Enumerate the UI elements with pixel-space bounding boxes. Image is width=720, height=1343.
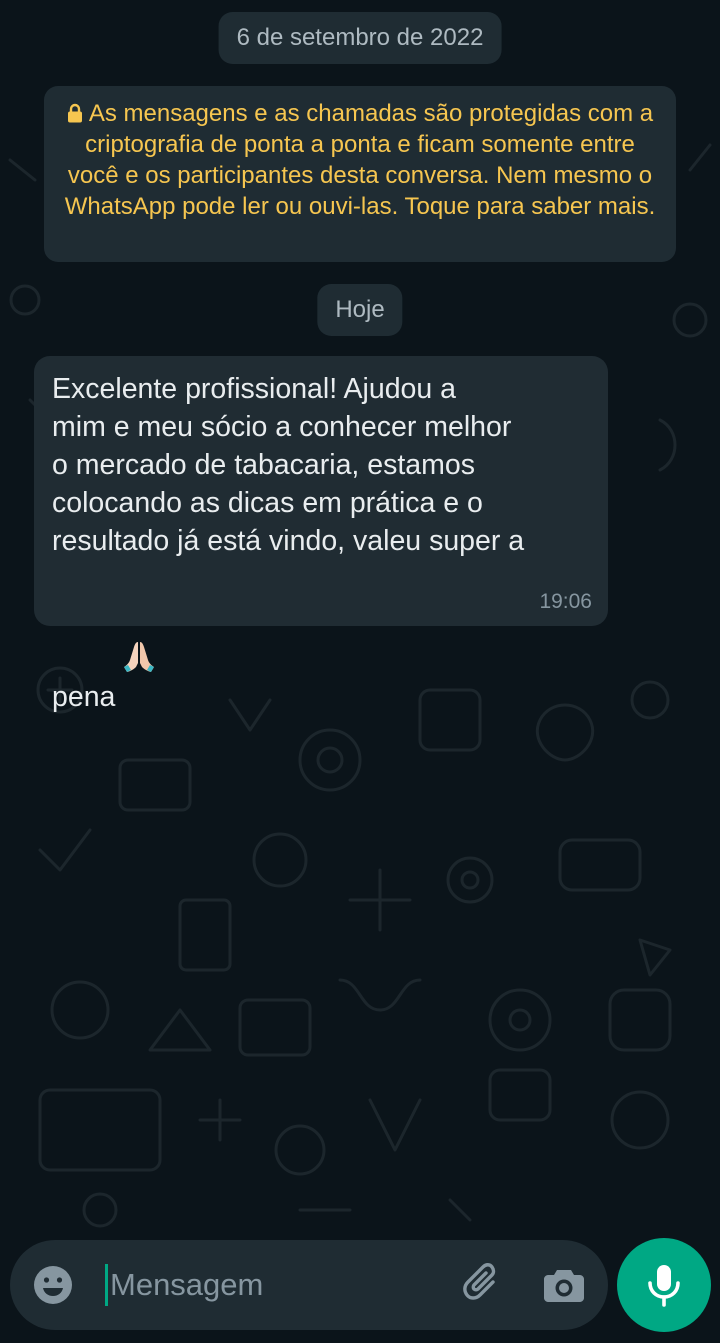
lock-icon bbox=[67, 100, 83, 123]
paperclip-icon[interactable] bbox=[460, 1262, 506, 1308]
message-input[interactable] bbox=[110, 1260, 440, 1310]
text-cursor bbox=[105, 1264, 108, 1306]
message-composer bbox=[10, 1240, 608, 1330]
voice-record-button[interactable] bbox=[617, 1238, 711, 1332]
today-separator: Hoje bbox=[317, 284, 403, 336]
folded-hands-emoji-icon bbox=[119, 560, 159, 672]
incoming-message-bubble[interactable]: Excelente profissional! Ajudou a mim e m… bbox=[34, 356, 608, 713]
encryption-notice[interactable]: As mensagens e as chamadas são protegida… bbox=[44, 86, 676, 262]
camera-icon[interactable] bbox=[542, 1264, 586, 1306]
encryption-notice-text: As mensagens e as chamadas são protegida… bbox=[64, 100, 656, 220]
emoji-smiley-icon[interactable] bbox=[32, 1264, 74, 1306]
date-separator: 6 de setembro de 2022 bbox=[218, 12, 502, 64]
message-timestamp: 19:06 bbox=[539, 590, 592, 613]
